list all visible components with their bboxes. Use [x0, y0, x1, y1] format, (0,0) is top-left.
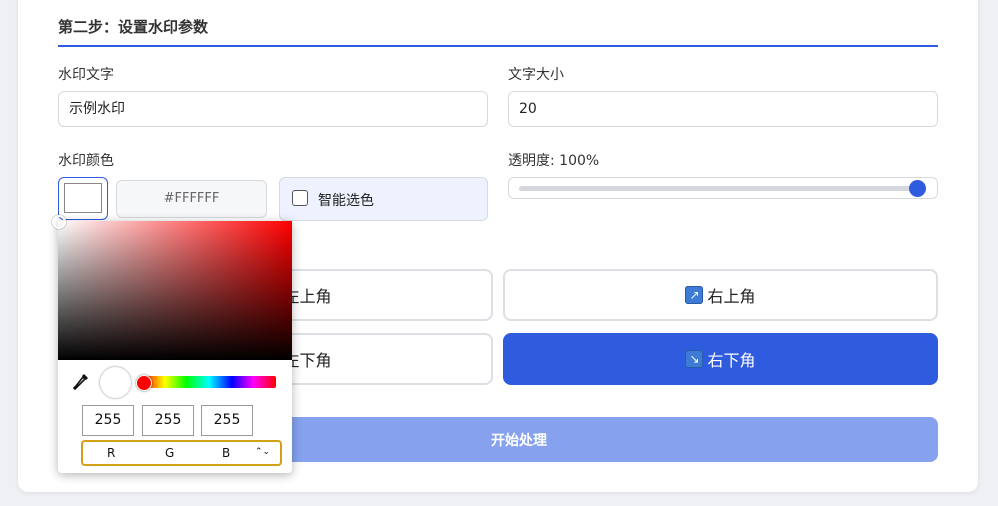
watermark-text-label: 水印文字	[58, 67, 114, 83]
mode-label-r: R	[107, 446, 116, 460]
saturation-area[interactable]	[52, 215, 292, 360]
arrow-up-right-icon: ↗	[685, 286, 704, 304]
opacity-slider-track	[519, 186, 919, 191]
hue-slider[interactable]	[136, 375, 276, 391]
smart-color-toggle[interactable]: 智能选色	[279, 177, 488, 221]
title-divider	[58, 45, 938, 47]
font-size-label: 文字大小	[508, 67, 564, 83]
blue-input[interactable]: 255	[201, 405, 253, 436]
position-label: 右上角	[707, 287, 756, 306]
smart-color-label: 智能选色	[318, 193, 374, 209]
mode-label-g: G	[165, 446, 175, 460]
smart-color-checkbox[interactable]	[292, 190, 308, 206]
position-top-right-button[interactable]: ↗ 右上角	[503, 269, 938, 321]
color-swatch-button[interactable]	[58, 177, 108, 220]
position-label: 右下角	[707, 351, 756, 370]
color-mode-select[interactable]: R G B ⌃⌄	[81, 440, 282, 466]
arrow-down-right-icon: ↘	[685, 350, 704, 368]
color-swatch-fill	[64, 183, 102, 213]
position-bottom-right-button[interactable]: ↘ 右下角	[503, 333, 938, 385]
opacity-label: 透明度: 100%	[508, 153, 600, 169]
opacity-slider[interactable]	[508, 177, 938, 199]
color-picker-popup: 255 255 255 R G B ⌃⌄	[52, 215, 292, 473]
red-input[interactable]: 255	[82, 405, 134, 436]
watermark-text-input[interactable]: 示例水印	[58, 91, 488, 127]
font-size-input[interactable]: 20	[508, 91, 938, 127]
color-preview	[100, 367, 131, 398]
green-input[interactable]: 255	[142, 405, 194, 436]
chevron-updown-icon: ⌃⌄	[255, 447, 271, 457]
color-hex-field[interactable]: #FFFFFF	[116, 180, 267, 218]
saturation-handle[interactable]	[52, 215, 66, 229]
mode-label-b: B	[222, 446, 231, 460]
eyedropper-icon[interactable]	[72, 372, 90, 392]
color-label: 水印颜色	[58, 153, 114, 169]
step-title: 第二步：设置水印参数	[58, 18, 209, 36]
opacity-slider-thumb[interactable]	[909, 180, 926, 197]
hue-slider-handle[interactable]	[136, 375, 152, 391]
